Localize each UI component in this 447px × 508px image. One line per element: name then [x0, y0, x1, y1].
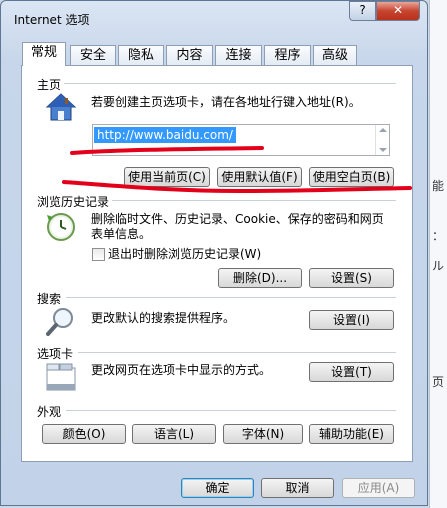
history-section-title: 浏览历史记录: [37, 195, 110, 209]
tabs-description: 更改网页在选项卡中显示的方式。: [91, 363, 272, 377]
homepage-section-title: 主页: [37, 78, 62, 92]
delete-on-exit-checkbox[interactable]: [92, 248, 105, 261]
history-settings-button[interactable]: 设置(S): [309, 268, 394, 288]
background-text: ル: [432, 259, 445, 273]
cancel-button[interactable]: 取消: [261, 478, 334, 498]
help-button[interactable]: ?: [349, 1, 376, 21]
fonts-button[interactable]: 字体(N): [223, 424, 303, 444]
tabs-icon: [46, 363, 76, 391]
section-divider: [66, 410, 396, 411]
search-description: 更改默认的搜索提供程序。: [91, 311, 236, 325]
accessibility-button[interactable]: 辅助功能(E): [309, 424, 394, 444]
colors-button[interactable]: 颜色(O): [42, 424, 126, 444]
section-divider: [64, 83, 396, 84]
history-description-line2: 表单信息。: [91, 227, 152, 241]
close-button[interactable]: ✕: [376, 1, 420, 21]
use-current-page-button[interactable]: 使用当前页(C): [124, 167, 210, 187]
tab-privacy[interactable]: 隐私: [118, 45, 164, 65]
tab-connections[interactable]: 连接: [215, 45, 262, 65]
window-title: Internet 选项: [14, 13, 90, 27]
tabs-settings-button[interactable]: 设置(T): [309, 362, 394, 382]
use-default-button[interactable]: 使用默认值(F): [217, 167, 302, 187]
background-text: 能: [432, 179, 445, 193]
tab-general[interactable]: 常规: [22, 42, 66, 66]
background-window-strip: 能 ： ル 页: [429, 0, 447, 508]
search-section-title: 搜索: [37, 292, 62, 306]
languages-button[interactable]: 语言(L): [132, 424, 216, 444]
tab-content[interactable]: 内容: [166, 45, 213, 65]
ok-button[interactable]: 确定: [181, 478, 254, 498]
tab-advanced[interactable]: 高级: [313, 45, 357, 65]
history-clock-icon: [47, 213, 75, 241]
tabs-section-title: 选项卡: [37, 347, 74, 361]
section-divider: [112, 200, 396, 201]
apply-button[interactable]: 应用(A): [342, 478, 415, 498]
delete-on-exit-label[interactable]: 退出时删除浏览历史记录(W): [108, 247, 261, 262]
section-divider: [66, 297, 396, 298]
use-blank-button[interactable]: 使用空白页(B): [309, 167, 394, 187]
home-icon: [45, 93, 77, 121]
homepage-field-scrollbar[interactable]: [375, 125, 390, 155]
search-settings-button[interactable]: 设置(I): [309, 310, 394, 330]
tab-programs[interactable]: 程序: [264, 45, 311, 65]
delete-history-button[interactable]: 删除(D)...: [218, 268, 302, 288]
tab-security[interactable]: 安全: [70, 45, 116, 65]
history-description-line1: 删除临时文件、历史记录、Cookie、保存的密码和网页: [91, 212, 384, 226]
section-divider: [78, 352, 396, 353]
background-text: ：: [432, 229, 445, 243]
background-text: 页: [432, 375, 445, 389]
appearance-section-title: 外观: [37, 405, 62, 419]
homepage-url-text: http://www.baidu.com/: [94, 127, 236, 143]
search-magnifier-icon: [46, 308, 73, 336]
homepage-description: 若要创建主页选项卡，请在各地址行键入地址(R)。: [91, 95, 361, 109]
